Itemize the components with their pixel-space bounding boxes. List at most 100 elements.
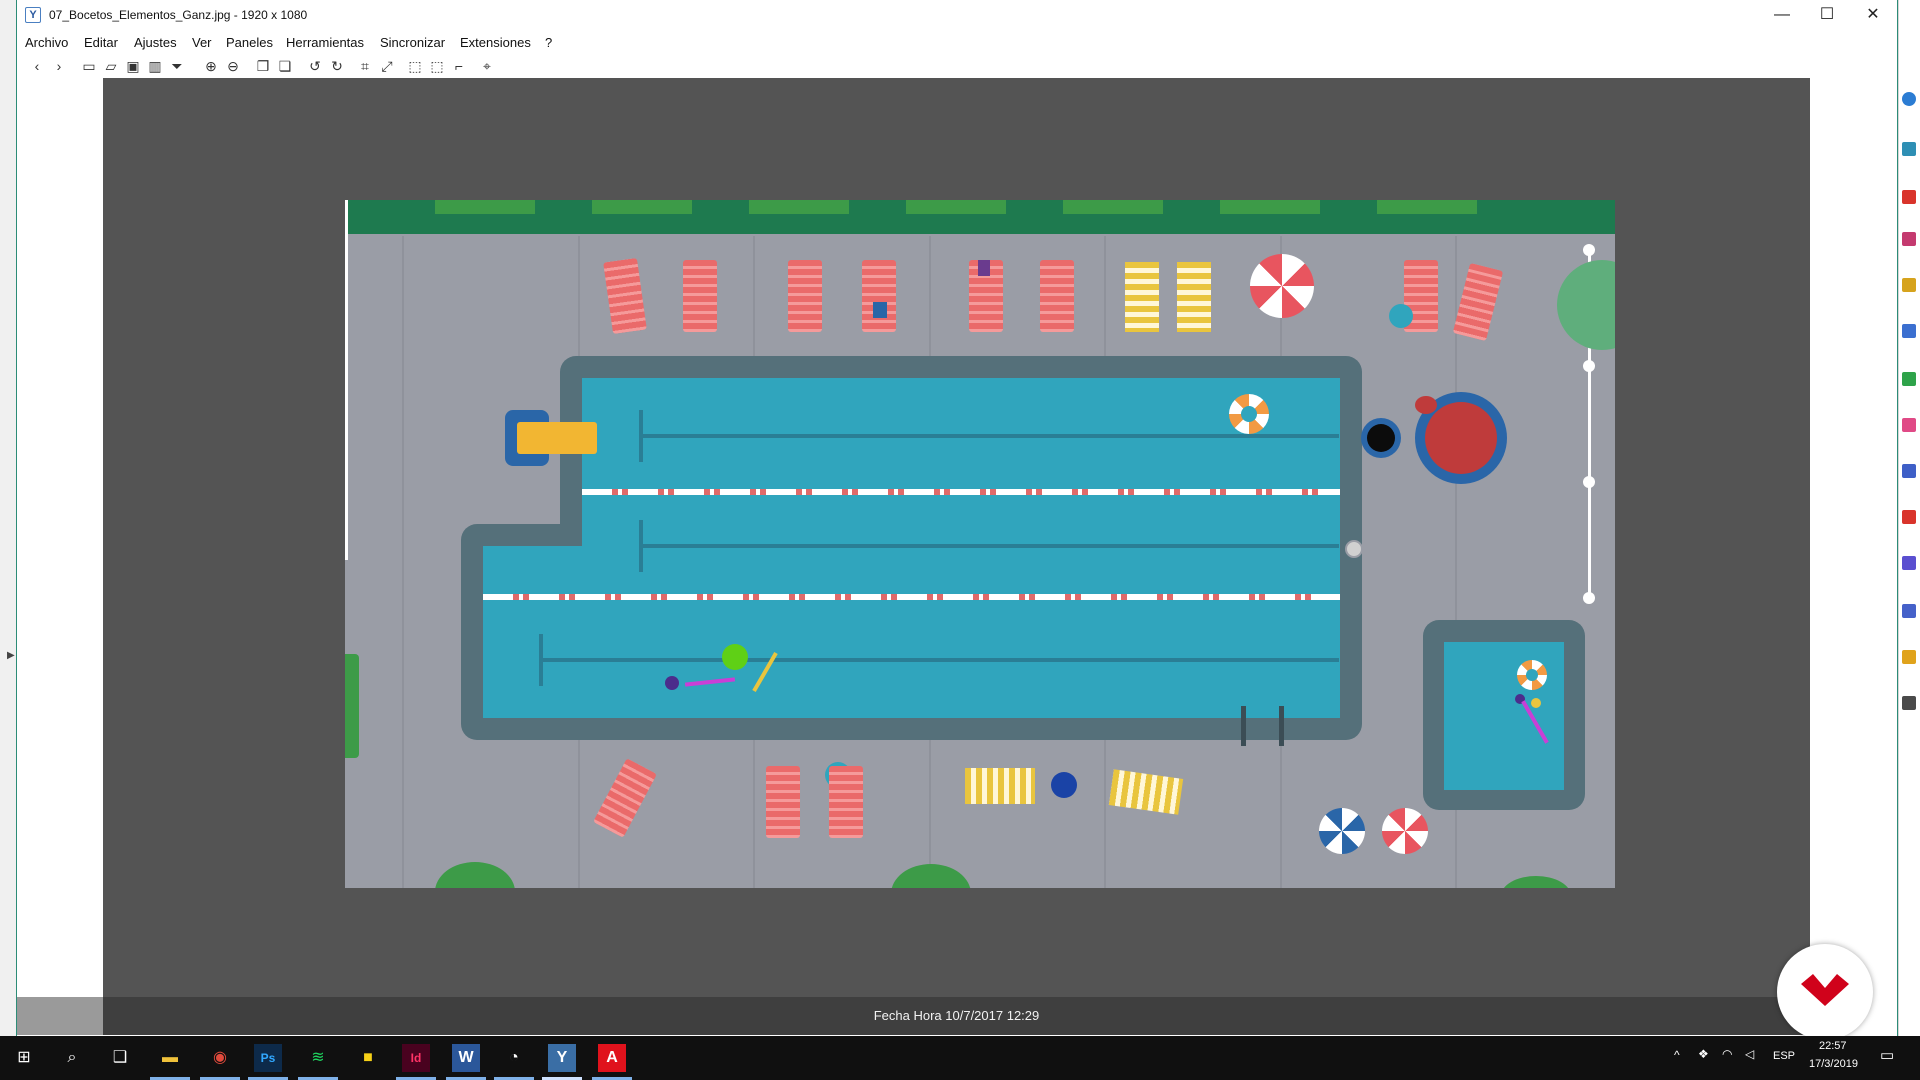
towel <box>965 768 1035 804</box>
rotate-left-icon[interactable]: ↺ <box>305 56 325 76</box>
background-window-strip <box>0 0 17 1036</box>
lounger <box>593 758 657 838</box>
status-datetime: Fecha Hora 10/7/2017 12:29 <box>873 1008 1040 1023</box>
handle-dot <box>1583 244 1595 256</box>
menu-archivo[interactable]: Archivo <box>25 35 68 50</box>
menu-herramientas[interactable]: Herramientas <box>286 35 364 50</box>
app-icon[interactable] <box>1902 418 1916 432</box>
image-viewer-window: Y 07_Bocetos_Elementos_Ganz.jpg - 1920 x… <box>7 0 1898 1036</box>
ball <box>665 676 679 690</box>
zoom-out-icon[interactable]: ⊖ <box>223 56 243 76</box>
indesign-icon[interactable]: Id <box>402 1044 430 1072</box>
sticky-notes-icon[interactable]: ■ <box>354 1044 382 1072</box>
window-title: 07_Bocetos_Elementos_Ganz.jpg - 1920 x 1… <box>49 8 308 22</box>
minimize-button[interactable]: — <box>1759 0 1805 30</box>
measure-icon[interactable]: ⌐ <box>449 56 469 76</box>
taskbar: ⊞ ⌕ ❑ ▬ ◉ Ps ≋ ■ Id W ◔ Y A ^ ❖ ◠ ◁ ESP … <box>0 1036 1920 1080</box>
location-pin-icon[interactable]: ⌖ <box>477 56 497 76</box>
app-icon[interactable] <box>1902 696 1916 710</box>
back-button[interactable]: ‹ <box>27 56 47 76</box>
forward-button[interactable]: › <box>49 56 69 76</box>
rotate-right-icon[interactable]: ↻ <box>327 56 347 76</box>
menu-help[interactable]: ? <box>545 35 552 50</box>
photoshop-icon[interactable]: Ps <box>254 1044 282 1072</box>
clock-date[interactable]: 17/3/2019 <box>1809 1058 1858 1070</box>
app-icon[interactable] <box>1902 92 1916 106</box>
file-explorer-icon[interactable]: ▬ <box>156 1044 184 1072</box>
app-icon[interactable] <box>1902 556 1916 570</box>
image-canvas[interactable] <box>103 78 1810 997</box>
zoom-in-icon[interactable]: ⊕ <box>201 56 221 76</box>
lounger <box>766 766 800 838</box>
obs-icon[interactable]: ◔ <box>500 1044 528 1072</box>
dropbox-icon[interactable]: ❖ <box>1698 1047 1709 1061</box>
ball <box>1389 304 1413 328</box>
word-icon[interactable]: W <box>452 1044 480 1072</box>
lounger <box>1452 262 1504 342</box>
hedge-side <box>345 654 359 758</box>
language-indicator[interactable]: ESP <box>1773 1050 1795 1062</box>
app-logo-icon[interactable]: Y <box>25 7 41 23</box>
maximize-button[interactable]: ☐ <box>1804 0 1850 30</box>
volume-icon[interactable]: ◁ <box>1745 1047 1754 1061</box>
panel-expand-arrow-icon[interactable]: ▶ <box>7 650 15 661</box>
title-bar[interactable]: Y 07_Bocetos_Elementos_Ganz.jpg - 1920 x… <box>17 0 1897 30</box>
select-icon[interactable]: ⬚ <box>405 56 425 76</box>
towel <box>1108 769 1184 815</box>
hot-tub-water <box>1425 402 1497 474</box>
start-button[interactable]: ⊞ <box>10 1044 38 1072</box>
app-icon[interactable] <box>1902 324 1916 338</box>
menu-ver[interactable]: Ver <box>192 35 212 50</box>
lounger <box>788 260 822 332</box>
umbrella <box>1250 254 1314 318</box>
image-viewer-icon[interactable]: Y <box>548 1044 576 1072</box>
app-icon[interactable] <box>1902 604 1916 618</box>
search-icon[interactable]: ⌕ <box>58 1044 86 1072</box>
filter-icon[interactable]: ⏷ <box>167 56 187 76</box>
lane-rope <box>483 594 1340 600</box>
status-bar: Fecha Hora 10/7/2017 12:29 <box>103 997 1810 1035</box>
clock-time[interactable]: 22:57 <box>1819 1040 1847 1052</box>
menu-bar: Archivo Editar Ajustes Ver Paneles Herra… <box>17 32 1897 54</box>
app-icon[interactable] <box>1902 464 1916 478</box>
pool-water <box>582 378 1340 718</box>
app-icon[interactable] <box>1902 142 1916 156</box>
menu-paneles[interactable]: Paneles <box>226 35 273 50</box>
app-icon[interactable] <box>1902 190 1916 204</box>
app-icon[interactable] <box>1902 372 1916 386</box>
close-button[interactable]: ✕ <box>1850 0 1896 30</box>
heart-logo-icon <box>1801 974 1849 1006</box>
app-icon[interactable] <box>1902 278 1916 292</box>
resize-icon[interactable]: ⤢ <box>377 56 397 76</box>
app-icon[interactable] <box>1902 232 1916 246</box>
notifications-icon[interactable]: ▭ <box>1880 1046 1894 1064</box>
paste-icon[interactable]: ❏ <box>275 56 295 76</box>
bag <box>873 302 887 318</box>
pool-water <box>483 546 603 718</box>
task-view-icon[interactable]: ❑ <box>106 1044 134 1072</box>
left-panel: ▶ <box>7 78 103 997</box>
lounger <box>829 766 863 838</box>
app-icon[interactable] <box>1902 650 1916 664</box>
life-ring <box>1229 394 1269 434</box>
acrobat-icon[interactable]: A <box>598 1044 626 1072</box>
app-icon[interactable] <box>1902 510 1916 524</box>
open-folder-icon[interactable]: ▱ <box>101 56 121 76</box>
menu-ajustes[interactable]: Ajustes <box>134 35 177 50</box>
menu-sincronizar[interactable]: Sincronizar <box>380 35 445 50</box>
delete-icon[interactable]: ▥ <box>145 56 165 76</box>
handle-dot <box>1583 592 1595 604</box>
select-alt-icon[interactable]: ⬚ <box>427 56 447 76</box>
umbrella <box>1319 808 1365 854</box>
menu-extensiones[interactable]: Extensiones <box>460 35 531 50</box>
copy-icon[interactable]: ❐ <box>253 56 273 76</box>
crop-icon[interactable]: ⌗ <box>355 56 375 76</box>
wifi-icon[interactable]: ◠ <box>1722 1047 1732 1061</box>
menu-editar[interactable]: Editar <box>84 35 118 50</box>
save-icon[interactable]: ▣ <box>123 56 143 76</box>
chrome-icon[interactable]: ◉ <box>206 1044 234 1072</box>
lane-marking <box>539 658 1339 662</box>
tray-chevron-icon[interactable]: ^ <box>1674 1048 1680 1062</box>
spotify-icon[interactable]: ≋ <box>304 1044 332 1072</box>
new-icon[interactable]: ▭ <box>79 56 99 76</box>
